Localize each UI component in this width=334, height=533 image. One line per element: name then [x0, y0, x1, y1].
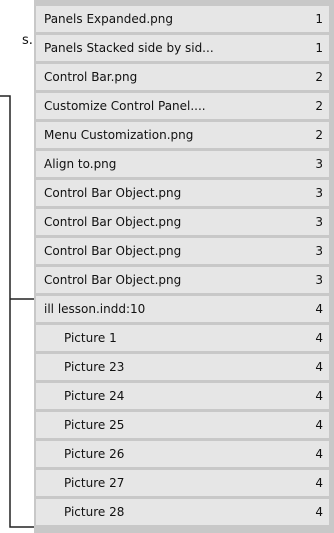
page-number: 3	[315, 215, 323, 229]
list-item[interactable]: Control Bar.png 2	[36, 64, 329, 90]
page-number: 4	[315, 389, 323, 403]
page-number: 2	[315, 99, 323, 113]
list-subitem[interactable]: Picture 23 4	[36, 354, 329, 380]
link-name: Picture 24	[64, 389, 125, 403]
page-number: 4	[315, 360, 323, 374]
link-name: Picture 26	[64, 447, 125, 461]
link-name: Menu Customization.png	[44, 128, 194, 142]
links-panel: Panels Expanded.png 1 Panels Stacked sid…	[34, 0, 334, 533]
list-item[interactable]: Control Bar Object.png 3	[36, 180, 329, 206]
list-item[interactable]: Panels Expanded.png 1	[36, 6, 329, 32]
list-item[interactable]: Menu Customization.png 2	[36, 122, 329, 148]
link-name: Panels Stacked side by sid...	[44, 41, 214, 55]
link-name: Panels Expanded.png	[44, 12, 173, 26]
list-item[interactable]: Panels Stacked side by sid... 1	[36, 35, 329, 61]
page-number: 4	[315, 505, 323, 519]
link-name: Control Bar Object.png	[44, 215, 182, 229]
page-number: 3	[315, 186, 323, 200]
link-name: Customize Control Panel....	[44, 99, 206, 113]
link-name: Control Bar Object.png	[44, 244, 182, 258]
link-name: Control Bar.png	[44, 70, 138, 84]
page-number: 4	[315, 476, 323, 490]
link-name: Picture 1	[64, 331, 117, 345]
link-name: Picture 23	[64, 360, 125, 374]
list-subitem[interactable]: Picture 1 4	[36, 325, 329, 351]
link-name: Control Bar Object.png	[44, 273, 182, 287]
page-number: 4	[315, 418, 323, 432]
list-subitem[interactable]: Picture 27 4	[36, 470, 329, 496]
page-number: 4	[315, 302, 323, 316]
page-number: 1	[315, 41, 323, 55]
list-item[interactable]: Customize Control Panel.... 2	[36, 93, 329, 119]
list-subitem[interactable]: Picture 24 4	[36, 383, 329, 409]
page-number: 3	[315, 244, 323, 258]
page-number: 4	[315, 331, 323, 345]
page-number: 4	[315, 447, 323, 461]
list-subitem[interactable]: Picture 25 4	[36, 412, 329, 438]
link-name: Align to.png	[44, 157, 117, 171]
link-name: ill lesson.indd:10	[44, 302, 146, 316]
link-name: Control Bar Object.png	[44, 186, 182, 200]
list-subitem[interactable]: Picture 26 4	[36, 441, 329, 467]
list-subitem[interactable]: Picture 28 4	[36, 499, 329, 525]
list-item[interactable]: Control Bar Object.png 3	[36, 209, 329, 235]
list-item[interactable]: Control Bar Object.png 3	[36, 238, 329, 264]
list-item-group[interactable]: ill lesson.indd:10 4	[36, 296, 329, 322]
page-number: 3	[315, 273, 323, 287]
list-item[interactable]: Control Bar Object.png 3	[36, 267, 329, 293]
page-number: 1	[315, 12, 323, 26]
list-item[interactable]: Align to.png 3	[36, 151, 329, 177]
page-number: 2	[315, 128, 323, 142]
link-name: Picture 28	[64, 505, 125, 519]
page-number: 2	[315, 70, 323, 84]
links-list: Panels Expanded.png 1 Panels Stacked sid…	[36, 6, 329, 533]
link-name: Picture 25	[64, 418, 125, 432]
page-number: 3	[315, 157, 323, 171]
link-name: Picture 27	[64, 476, 125, 490]
